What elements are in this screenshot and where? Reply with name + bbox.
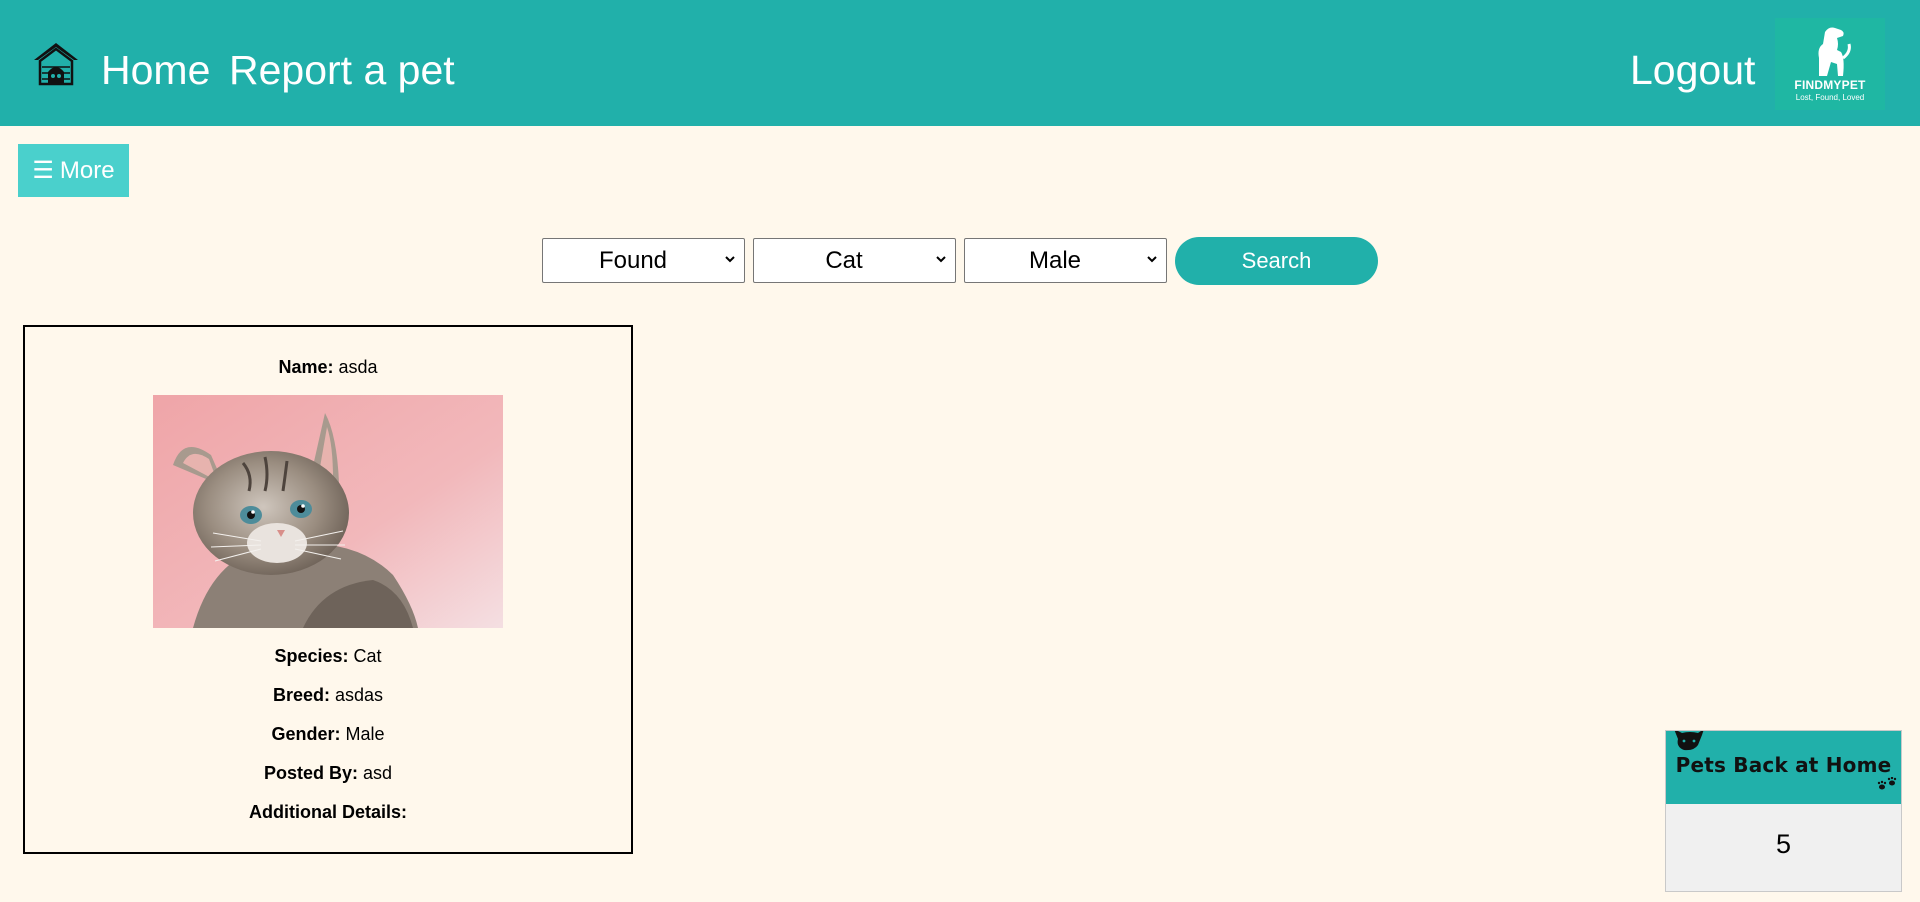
- chevron-down-icon: [936, 256, 946, 263]
- pet-gender-label: Gender:: [271, 724, 341, 744]
- pets-back-home-widget: Pets Back at Home 5: [1665, 730, 1902, 892]
- pet-gender-field: Gender: Male: [25, 723, 631, 745]
- pet-posted-by-field: Posted By: asd: [25, 762, 631, 784]
- pet-breed-field: Breed: asdas: [25, 684, 631, 706]
- search-button[interactable]: Search: [1175, 237, 1378, 285]
- pets-back-home-count: 5: [1775, 829, 1792, 859]
- cat-silhouette-icon: [1674, 731, 1704, 751]
- pet-card[interactable]: Name: asda Species: Cat Breed: asdas Gen…: [23, 325, 633, 854]
- pet-breed-label: Breed:: [272, 685, 330, 705]
- chevron-down-icon: [1147, 256, 1157, 263]
- nav-report-pet-link[interactable]: Report a pet: [229, 46, 455, 94]
- pets-back-home-banner: Pets Back at Home: [1666, 731, 1901, 804]
- pet-name-field: Name: asda: [25, 356, 631, 378]
- gender-select[interactable]: Male: [964, 238, 1167, 283]
- pet-posted-by-label: Posted By:: [263, 763, 358, 783]
- more-button-label: More: [59, 156, 115, 184]
- logo-title: FINDMYPET: [1794, 78, 1866, 92]
- more-button[interactable]: ☰ More: [18, 144, 129, 197]
- species-select[interactable]: Cat: [753, 238, 956, 283]
- pet-additional-details-label: Additional Details:: [248, 802, 407, 822]
- pet-gender-value: Male: [345, 724, 385, 744]
- pet-photo[interactable]: [153, 395, 503, 628]
- pet-species-value: Cat: [353, 646, 382, 666]
- logo-tagline: Lost, Found, Loved: [1795, 93, 1865, 102]
- status-select-value: Found: [598, 246, 668, 274]
- paw-prints-icon: [1877, 777, 1897, 790]
- pet-name-label: Name:: [278, 357, 334, 377]
- chevron-down-icon: [725, 256, 735, 263]
- status-select[interactable]: Found: [542, 238, 745, 283]
- pet-name-value: asda: [338, 357, 378, 377]
- nav-logout-link[interactable]: Logout: [1630, 46, 1755, 94]
- nav-home-link[interactable]: Home: [101, 46, 210, 94]
- pet-breed-value: asdas: [334, 685, 384, 705]
- findmypet-logo[interactable]: FINDMYPET Lost, Found, Loved: [1775, 18, 1885, 110]
- species-select-value: Cat: [825, 246, 863, 274]
- doghouse-icon[interactable]: [32, 40, 80, 88]
- gender-select-value: Male: [1028, 246, 1082, 274]
- pet-species-label: Species:: [274, 646, 349, 666]
- pet-posted-by-value: asd: [363, 763, 393, 783]
- menu-icon: ☰: [32, 157, 54, 184]
- pets-back-home-title: Pets Back at Home: [1675, 753, 1892, 777]
- pet-additional-details-field: Additional Details:: [25, 801, 631, 823]
- pet-species-field: Species: Cat: [25, 645, 631, 667]
- top-navbar: Home Report a pet Logout FINDMYPET Lost,…: [0, 0, 1920, 126]
